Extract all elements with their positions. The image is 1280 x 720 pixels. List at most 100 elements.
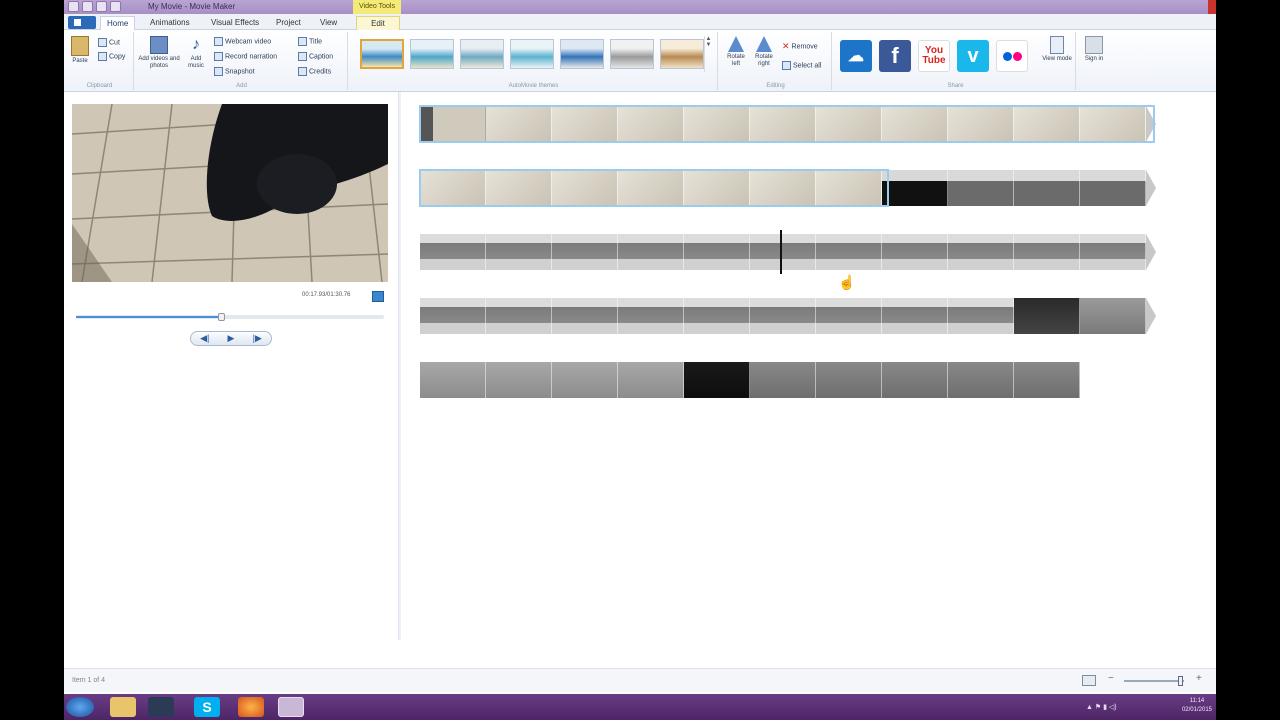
gallery-scroll-buttons[interactable]: ▲ ▼	[704, 36, 712, 72]
add-music-button[interactable]: ♪ Add music	[184, 36, 208, 70]
system-tray-icons[interactable]: ▲ ⚑ ▮ ◁)	[1086, 703, 1117, 711]
sign-in-button[interactable]: Sign in	[1080, 36, 1108, 63]
paste-button[interactable]: Paste	[68, 36, 92, 65]
theme-cinematic-thumb[interactable]	[560, 39, 604, 69]
clip-frame-thumbnail[interactable]	[948, 362, 1014, 398]
thumbnail-size-icon[interactable]	[1082, 675, 1096, 686]
theme-black-white-thumb[interactable]	[610, 39, 654, 69]
clip-frame-thumbnail[interactable]	[486, 298, 552, 334]
clip-frame-thumbnail[interactable]	[618, 234, 684, 270]
clip-frame-thumbnail[interactable]	[948, 170, 1014, 206]
copy-button[interactable]: Copy	[98, 52, 125, 61]
clip-frame-thumbnail[interactable]	[816, 362, 882, 398]
clip-frame-thumbnail[interactable]	[750, 234, 816, 270]
youtube-icon[interactable]: You Tube	[918, 40, 950, 72]
clip-frame-thumbnail[interactable]	[420, 298, 486, 334]
clip-frame-thumbnail[interactable]	[486, 362, 552, 398]
clip-frame-thumbnail[interactable]	[948, 234, 1014, 270]
add-videos-button[interactable]: Add videos and photos	[138, 36, 180, 70]
firefox-icon[interactable]	[238, 697, 264, 717]
rotate-left-button[interactable]: Rotate left	[724, 36, 748, 68]
file-explorer-icon[interactable]	[110, 697, 136, 717]
onedrive-icon[interactable]: ☁	[840, 40, 872, 72]
clip-frame-thumbnail[interactable]	[948, 298, 1014, 334]
clip-frame-thumbnail[interactable]	[684, 234, 750, 270]
zoom-slider[interactable]	[1124, 676, 1184, 686]
undo-icon[interactable]	[96, 1, 107, 12]
clip-frame-thumbnail[interactable]	[618, 362, 684, 398]
playhead[interactable]	[780, 230, 782, 274]
clip-frame-thumbnail[interactable]	[552, 234, 618, 270]
zoom-out-icon[interactable]: −	[1108, 673, 1114, 684]
clip-frame-thumbnail[interactable]	[552, 362, 618, 398]
clip-frame-thumbnail[interactable]	[684, 362, 750, 398]
tab-animations[interactable]: Animations	[144, 16, 196, 30]
webcam-video-button[interactable]: Webcam video	[214, 37, 271, 46]
save-icon[interactable]	[82, 1, 93, 12]
app-icon[interactable]	[68, 1, 79, 12]
record-narration-button[interactable]: Record narration	[214, 52, 277, 61]
start-button[interactable]	[66, 697, 94, 717]
theme-contemporary-thumb[interactable]	[410, 39, 454, 69]
clip-frame-thumbnail[interactable]	[816, 298, 882, 334]
theme-fade-thumb[interactable]	[460, 39, 504, 69]
tab-project[interactable]: Project	[270, 16, 307, 30]
facebook-icon[interactable]: f	[879, 40, 911, 72]
vimeo-icon[interactable]: v	[957, 40, 989, 72]
snapshot-button[interactable]: Snapshot	[214, 67, 255, 76]
clip-frame-thumbnail[interactable]	[882, 362, 948, 398]
cut-button[interactable]: Cut	[98, 38, 120, 47]
seek-thumb[interactable]	[217, 313, 225, 321]
movie-maker-taskbar-icon[interactable]	[278, 697, 304, 717]
clip-frame-thumbnail[interactable]	[1080, 298, 1146, 334]
caption-button[interactable]: Caption	[298, 52, 333, 61]
flickr-icon[interactable]	[996, 40, 1028, 72]
tab-visual-effects[interactable]: Visual Effects	[205, 16, 265, 30]
next-frame-icon[interactable]: |▶	[253, 333, 262, 344]
clip-frame-thumbnail[interactable]	[882, 234, 948, 270]
clip-frame-thumbnail[interactable]	[750, 298, 816, 334]
tab-home[interactable]: Home	[100, 16, 136, 30]
close-button[interactable]	[1208, 0, 1216, 14]
video-preview[interactable]	[72, 104, 388, 282]
tab-edit[interactable]: Edit	[356, 16, 400, 30]
clip-frame-thumbnail[interactable]	[1014, 170, 1080, 206]
theme-default-thumb[interactable]	[360, 39, 404, 69]
clip-frame-thumbnail[interactable]	[486, 234, 552, 270]
view-mode-button[interactable]: View mode	[1040, 36, 1074, 63]
clip-frame-thumbnail[interactable]	[1080, 234, 1146, 270]
clip-frame-thumbnail[interactable]	[420, 362, 486, 398]
skype-icon[interactable]: S	[194, 697, 220, 717]
clip-frame-thumbnail[interactable]	[684, 298, 750, 334]
redo-icon[interactable]	[110, 1, 121, 12]
pane-splitter[interactable]	[398, 92, 401, 640]
clip-frame-thumbnail[interactable]	[750, 362, 816, 398]
select-all-button[interactable]: Select all	[782, 61, 821, 70]
clip-frame-thumbnail[interactable]	[618, 298, 684, 334]
remove-button[interactable]: ✕ Remove	[782, 41, 818, 52]
zoom-slider-thumb[interactable]	[1178, 676, 1183, 686]
steam-icon[interactable]	[148, 697, 174, 717]
credits-button[interactable]: Credits	[298, 67, 331, 76]
clip-frame-thumbnail[interactable]	[1014, 298, 1080, 334]
clip-frame-thumbnail[interactable]	[1080, 170, 1146, 206]
tab-view[interactable]: View	[314, 16, 343, 30]
clip-frame-thumbnail[interactable]	[816, 234, 882, 270]
clip-frame-thumbnail[interactable]	[552, 298, 618, 334]
clip-frame-thumbnail[interactable]	[1014, 234, 1080, 270]
theme-pan-zoom-thumb[interactable]	[510, 39, 554, 69]
clip-frame-thumbnail[interactable]	[1014, 362, 1080, 398]
theme-sepia-thumb[interactable]	[660, 39, 704, 69]
fullscreen-button[interactable]	[372, 291, 384, 302]
clip-frame-thumbnail[interactable]	[420, 234, 486, 270]
clip-frame-thumbnail[interactable]	[882, 298, 948, 334]
file-menu-button[interactable]	[68, 16, 96, 29]
seek-bar[interactable]	[76, 313, 384, 321]
title-button[interactable]: Title	[298, 37, 322, 46]
rotate-right-button[interactable]: Rotate right	[752, 36, 776, 68]
previous-frame-icon[interactable]: ◀|	[200, 333, 209, 344]
clip-frame-thumbnail[interactable]	[882, 170, 948, 206]
play-icon[interactable]: ▶	[228, 333, 235, 344]
taskbar-clock[interactable]: 11:14 02/01/2015	[1182, 697, 1212, 715]
zoom-in-icon[interactable]: +	[1196, 673, 1202, 684]
